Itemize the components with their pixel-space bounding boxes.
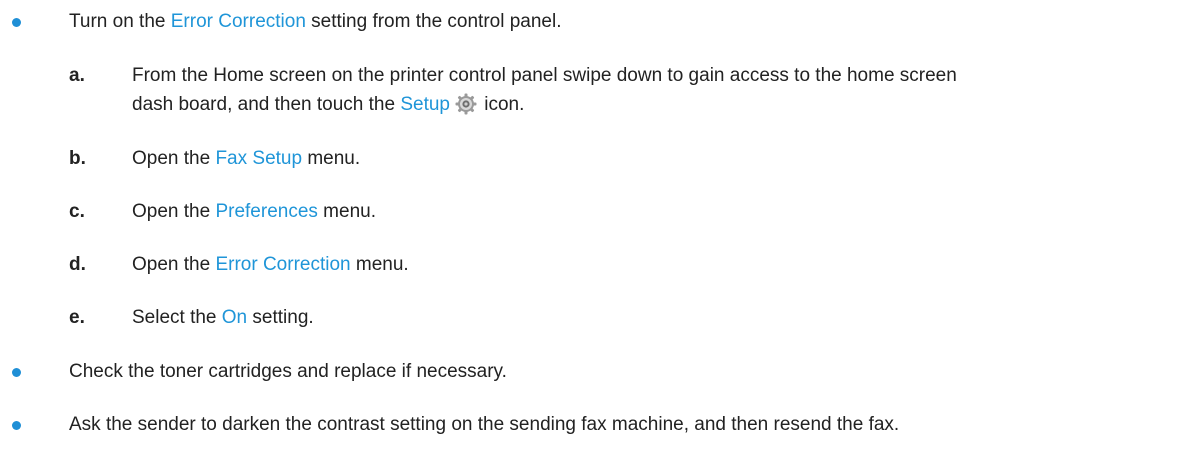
step-letter: b. (69, 148, 86, 169)
instructions-page: Turn on the Error Correction setting fro… (0, 0, 1179, 466)
step-text: Open the Fax Setup menu. (132, 148, 361, 169)
step-text-line1: From the Home screen on the printer cont… (132, 65, 957, 86)
bullet-text: Turn on the Error Correction setting fro… (69, 11, 562, 32)
bullet-dot (12, 368, 21, 377)
ui-term-setup: Setup (400, 94, 450, 115)
gear-icon (455, 93, 477, 122)
ui-term-preferences: Preferences (215, 201, 318, 222)
ui-term-error-correction: Error Correction (215, 254, 351, 275)
ui-term-on: On (221, 307, 248, 328)
step-text: Select the On setting. (132, 307, 314, 328)
ui-term-error-correction: Error Correction (170, 11, 306, 32)
step-text: Open the Preferences menu. (132, 201, 376, 222)
step-letter: a. (69, 65, 85, 86)
bullet-dot (12, 421, 21, 430)
step-letter: e. (69, 307, 85, 328)
bullet-text: Ask the sender to darken the contrast se… (69, 414, 900, 435)
step-letter: c. (69, 201, 85, 222)
step-text: Open the Error Correction menu. (132, 254, 409, 275)
step-letter: d. (69, 254, 86, 275)
step-text-line2: dash board, and then touch the Setup ico… (132, 93, 524, 122)
bullet-dot (12, 18, 21, 27)
ui-term-fax-setup: Fax Setup (215, 148, 303, 169)
bullet-text: Check the toner cartridges and replace i… (69, 361, 507, 382)
